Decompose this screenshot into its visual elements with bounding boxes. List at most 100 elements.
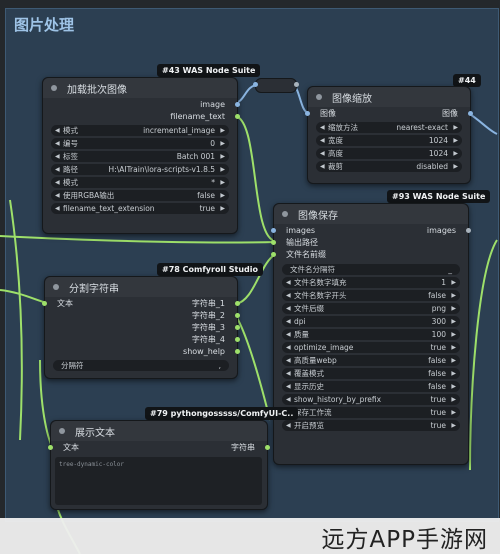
output-path-dot[interactable] xyxy=(271,240,276,245)
increment-arrow-icon[interactable]: ▶ xyxy=(451,277,456,288)
increment-arrow-icon[interactable]: ▶ xyxy=(453,161,458,172)
collapse-dot-icon[interactable] xyxy=(53,284,59,290)
node-split-header[interactable]: 分割字符串 xyxy=(45,277,237,297)
increment-arrow-icon[interactable]: ▶ xyxy=(220,138,225,149)
split-output-dot[interactable] xyxy=(235,337,240,342)
increment-arrow-icon[interactable]: ▶ xyxy=(220,164,225,175)
combo-widget[interactable]: ◀ 质量 100 ▶ xyxy=(282,329,460,340)
decrement-arrow-icon[interactable]: ◀ xyxy=(55,125,60,136)
decrement-arrow-icon[interactable]: ◀ xyxy=(286,420,291,431)
show-text-area[interactable]: tree-dynamic-color xyxy=(55,457,262,505)
split-input-dot[interactable] xyxy=(42,301,47,306)
combo-widget[interactable]: ◀ 覆盖模式 false ▶ xyxy=(282,368,460,379)
decrement-arrow-icon[interactable]: ◀ xyxy=(55,138,60,149)
decrement-arrow-icon[interactable]: ◀ xyxy=(286,277,291,288)
increment-arrow-icon[interactable]: ▶ xyxy=(451,407,456,418)
increment-arrow-icon[interactable]: ▶ xyxy=(220,203,225,214)
output-image-dot[interactable] xyxy=(235,102,240,107)
reroute-output-dot[interactable] xyxy=(294,82,299,87)
increment-arrow-icon[interactable]: ▶ xyxy=(451,368,456,379)
combo-widget[interactable]: ◀ 模式 incremental_image ▶ xyxy=(51,125,229,136)
collapse-dot-icon[interactable] xyxy=(51,85,57,91)
decrement-arrow-icon[interactable]: ◀ xyxy=(55,151,60,162)
collapse-dot-icon[interactable] xyxy=(282,211,288,217)
combo-widget[interactable]: ◀ dpi 300 ▶ xyxy=(282,316,460,327)
node-save-header[interactable]: 图像保存 xyxy=(274,204,468,224)
increment-arrow-icon[interactable]: ▶ xyxy=(451,394,456,405)
combo-widget[interactable]: ◀ 裁剪 disabled ▶ xyxy=(316,161,462,172)
combo-widget[interactable]: ◀ 编号 0 ▶ xyxy=(51,138,229,149)
increment-arrow-icon[interactable]: ▶ xyxy=(453,122,458,133)
decrement-arrow-icon[interactable]: ◀ xyxy=(286,342,291,353)
decrement-arrow-icon[interactable]: ◀ xyxy=(286,368,291,379)
node-batch-header[interactable]: 加载批次图像 xyxy=(43,78,237,98)
scale-input-dot[interactable] xyxy=(305,111,310,116)
increment-arrow-icon[interactable]: ▶ xyxy=(451,355,456,366)
decrement-arrow-icon[interactable]: ◀ xyxy=(286,355,291,366)
increment-arrow-icon[interactable]: ▶ xyxy=(453,135,458,146)
split-output-dot[interactable] xyxy=(235,313,240,318)
decrement-arrow-icon[interactable]: ◀ xyxy=(286,303,291,314)
reroute-node[interactable] xyxy=(253,78,299,93)
split-string-node[interactable]: 分割字符串 文本 字符串_1 字符串_2 字符串_3 字符串_4 show_he… xyxy=(42,276,240,379)
reroute-input-dot[interactable] xyxy=(253,82,258,87)
node-show-header[interactable]: 展示文本 xyxy=(51,421,267,441)
combo-widget[interactable]: ◀ 使用RGBA输出 false ▶ xyxy=(51,190,229,201)
output-filename-dot[interactable] xyxy=(235,114,240,119)
combo-widget[interactable]: ◀ 路径 H:\AITrain\lora-scripts-v1.8.5 ▶ xyxy=(51,164,229,175)
decrement-arrow-icon[interactable]: ◀ xyxy=(320,161,325,172)
image-scale-node[interactable]: 图像缩放 图像 图像 ◀ 缩放方法 nearest-exact ▶ ◀ 宽度 1024 ▶ ◀ 高… xyxy=(305,86,473,184)
decrement-arrow-icon[interactable]: ◀ xyxy=(286,381,291,392)
scale-output-dot[interactable] xyxy=(468,111,473,116)
combo-widget[interactable]: ◀ 缩放方法 nearest-exact ▶ xyxy=(316,122,462,133)
combo-widget[interactable]: ◀ 模式 * ▶ xyxy=(51,177,229,188)
combo-widget[interactable]: ◀ show_history_by_prefix true ▶ xyxy=(282,394,460,405)
combo-widget[interactable]: ◀ 显示历史 false ▶ xyxy=(282,381,460,392)
split-output-dot[interactable] xyxy=(235,325,240,330)
decrement-arrow-icon[interactable]: ◀ xyxy=(55,190,60,201)
increment-arrow-icon[interactable]: ▶ xyxy=(451,303,456,314)
combo-widget[interactable]: ◀ 文件名数字开头 false ▶ xyxy=(282,290,460,301)
collapse-dot-icon[interactable] xyxy=(59,428,65,434)
combo-widget[interactable]: ◀ 开启预览 true ▶ xyxy=(282,420,460,431)
node-scale-header[interactable]: 图像缩放 xyxy=(308,87,470,107)
increment-arrow-icon[interactable]: ▶ xyxy=(220,177,225,188)
show-output-dot[interactable] xyxy=(265,445,270,450)
combo-widget[interactable]: ◀ 高度 1024 ▶ xyxy=(316,148,462,159)
decrement-arrow-icon[interactable]: ◀ xyxy=(55,164,60,175)
combo-widget[interactable]: ◀ 标签 Batch 001 ▶ xyxy=(51,151,229,162)
decrement-arrow-icon[interactable]: ◀ xyxy=(55,177,60,188)
decrement-arrow-icon[interactable]: ◀ xyxy=(320,148,325,159)
increment-arrow-icon[interactable]: ▶ xyxy=(451,420,456,431)
split-output-dot[interactable] xyxy=(235,301,240,306)
image-save-node[interactable]: 图像保存 images images 输出路径 文件名前缀 文件名分隔符 _ ◀… xyxy=(271,203,471,465)
save-images-output-dot[interactable] xyxy=(466,228,471,233)
decrement-arrow-icon[interactable]: ◀ xyxy=(286,394,291,405)
filename-separator-field[interactable]: 文件名分隔符 _ xyxy=(282,264,460,275)
increment-arrow-icon[interactable]: ▶ xyxy=(451,329,456,340)
collapse-dot-icon[interactable] xyxy=(316,94,322,100)
show-input-dot[interactable] xyxy=(48,445,53,450)
combo-widget[interactable]: ◀ filename_text_extension true ▶ xyxy=(51,203,229,214)
decrement-arrow-icon[interactable]: ◀ xyxy=(320,122,325,133)
increment-arrow-icon[interactable]: ▶ xyxy=(451,316,456,327)
increment-arrow-icon[interactable]: ▶ xyxy=(451,290,456,301)
load-batch-images-node[interactable]: 加载批次图像 image filename_text ◀ 模式 incrementa… xyxy=(42,77,240,234)
filename-prefix-dot[interactable] xyxy=(271,252,276,257)
combo-widget[interactable]: ◀ optimize_image true ▶ xyxy=(282,342,460,353)
decrement-arrow-icon[interactable]: ◀ xyxy=(55,203,60,214)
increment-arrow-icon[interactable]: ▶ xyxy=(453,148,458,159)
combo-widget[interactable]: ◀ 文件名数字填充 1 ▶ xyxy=(282,277,460,288)
increment-arrow-icon[interactable]: ▶ xyxy=(451,342,456,353)
combo-widget[interactable]: ◀ 高质量webp false ▶ xyxy=(282,355,460,366)
combo-widget[interactable]: ◀保存工作流true▶ xyxy=(282,407,460,418)
increment-arrow-icon[interactable]: ▶ xyxy=(220,151,225,162)
delimiter-field[interactable]: 分隔符 , xyxy=(53,360,229,371)
combo-widget[interactable]: ◀ 宽度 1024 ▶ xyxy=(316,135,462,146)
increment-arrow-icon[interactable]: ▶ xyxy=(220,125,225,136)
increment-arrow-icon[interactable]: ▶ xyxy=(451,381,456,392)
show-text-node[interactable]: 展示文本 文本 字符串 tree-dynamic-color xyxy=(48,420,270,510)
decrement-arrow-icon[interactable]: ◀ xyxy=(286,329,291,340)
save-images-input-dot[interactable] xyxy=(271,228,276,233)
split-output-dot[interactable] xyxy=(235,349,240,354)
